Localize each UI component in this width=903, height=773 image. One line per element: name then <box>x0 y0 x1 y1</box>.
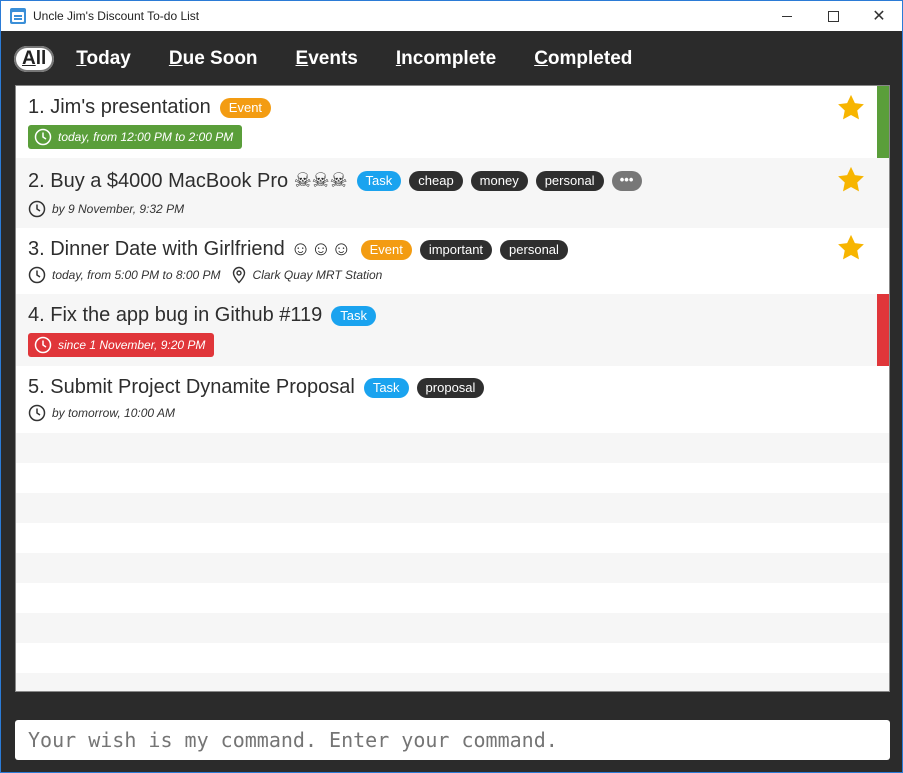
maximize-button[interactable] <box>810 1 856 31</box>
title-bar: Uncle Jim's Discount To-do List ✕ <box>1 1 902 31</box>
clock-icon <box>28 200 46 218</box>
clock-icon <box>28 266 46 284</box>
empty-row <box>16 673 889 691</box>
type-badge: Task <box>356 170 402 191</box>
tab-today-label: oday <box>86 48 131 69</box>
tab-all-label: ll <box>35 48 47 69</box>
task-time: today, from 12:00 PM to 2:00 PM <box>28 125 243 149</box>
task-row[interactable]: 5. Submit Project Dynamite Proposal Task… <box>16 366 889 433</box>
tab-all-mnemonic: A <box>22 48 36 69</box>
empty-row <box>16 523 889 553</box>
empty-row <box>16 583 889 613</box>
task-title-row: 3. Dinner Date with Girlfriend ☺☺☺ Event… <box>28 238 576 261</box>
task-title-row: 2. Buy a $4000 MacBook Pro ☠☠☠ Task chea… <box>28 168 642 193</box>
type-badge: Event <box>219 97 272 118</box>
tag-chip: personal <box>535 170 604 191</box>
task-location: Clark Quay MRT Station <box>252 268 383 282</box>
window-title: Uncle Jim's Discount To-do List <box>33 9 200 23</box>
app-icon <box>10 8 26 24</box>
task-time: since 1 November, 9:20 PM <box>28 333 215 357</box>
tab-completed-label: ompleted <box>547 48 633 69</box>
task-title: 4. Fix the app bug in Github #119 <box>28 304 323 326</box>
tab-events[interactable]: Events <box>288 46 366 72</box>
empty-row <box>16 463 889 493</box>
status-indicator <box>877 86 889 158</box>
empty-row <box>16 643 889 673</box>
close-button[interactable]: ✕ <box>856 1 902 31</box>
empty-row <box>16 493 889 523</box>
empty-rows <box>16 433 889 691</box>
tag-chip: important <box>419 239 493 260</box>
task-title-row: 5. Submit Project Dynamite Proposal Task… <box>28 376 492 399</box>
tab-all[interactable]: All <box>14 46 55 72</box>
task-time: today, from 5:00 PM to 8:00 PM Clark Qua… <box>28 266 382 284</box>
location-pin-icon <box>232 266 245 284</box>
task-row[interactable]: 2. Buy a $4000 MacBook Pro ☠☠☠ Task chea… <box>16 158 889 228</box>
tag-chip: cheap <box>409 170 463 191</box>
tab-incomplete[interactable]: Incomplete <box>388 46 504 72</box>
task-time-text: by 9 November, 9:32 PM <box>52 202 185 216</box>
tag-chip: money <box>470 170 528 191</box>
star-icon[interactable] <box>836 165 866 195</box>
tab-events-mnemonic: E <box>295 48 309 69</box>
task-time-text: today, from 5:00 PM to 8:00 PM <box>52 268 221 282</box>
tab-incomplete-label: ncomplete <box>401 48 497 69</box>
tab-due-soon[interactable]: Due Soon <box>161 46 266 72</box>
task-row[interactable]: 4. Fix the app bug in Github #119 Task s… <box>16 294 889 366</box>
star-icon[interactable] <box>836 233 866 263</box>
clock-icon <box>34 128 52 146</box>
star-icon[interactable] <box>836 93 866 123</box>
filter-tabs: All Today Due Soon Events Incomplete Com… <box>14 45 662 73</box>
clock-icon <box>28 404 46 422</box>
command-input[interactable] <box>15 720 890 760</box>
more-tags-button[interactable]: ••• <box>611 170 642 191</box>
status-indicator <box>877 294 889 366</box>
tag-chip: proposal <box>416 377 485 398</box>
empty-row <box>16 613 889 643</box>
task-title-row: 1. Jim's presentation Event <box>28 96 279 119</box>
task-time-text: by tomorrow, 10:00 AM <box>52 406 175 420</box>
tab-events-label: vents <box>308 48 358 69</box>
task-list[interactable]: 1. Jim's presentation Event today, from … <box>15 85 890 692</box>
window-controls: ✕ <box>764 1 902 31</box>
tab-completed-mnemonic: C <box>534 48 548 69</box>
task-time-text: today, from 12:00 PM to 2:00 PM <box>58 130 234 144</box>
task-row[interactable]: 1. Jim's presentation Event today, from … <box>16 86 889 158</box>
type-badge: Task <box>363 377 409 398</box>
tab-today[interactable]: Today <box>68 46 139 72</box>
type-badge: Event <box>360 239 412 260</box>
tag-chip: personal <box>500 239 568 260</box>
task-title: 1. Jim's presentation <box>28 96 211 118</box>
task-title: 3. Dinner Date with Girlfriend ☺☺☺ <box>28 238 352 260</box>
tab-due-soon-label: ue Soon <box>182 48 258 69</box>
app-window: Uncle Jim's Discount To-do List ✕ All To… <box>0 0 903 773</box>
empty-row <box>16 553 889 583</box>
task-title: 2. Buy a $4000 MacBook Pro ☠☠☠ <box>28 170 348 192</box>
minimize-button[interactable] <box>764 1 810 31</box>
task-time-text: since 1 November, 9:20 PM <box>58 338 206 352</box>
task-time: by 9 November, 9:32 PM <box>28 200 184 218</box>
task-title-row: 4. Fix the app bug in Github #119 Task <box>28 304 384 327</box>
type-badge: Task <box>331 305 377 326</box>
tab-today-mnemonic: T <box>76 48 87 69</box>
empty-row <box>16 433 889 463</box>
clock-icon <box>34 336 52 354</box>
task-time: by tomorrow, 10:00 AM <box>28 404 175 422</box>
task-row[interactable]: 3. Dinner Date with Girlfriend ☺☺☺ Event… <box>16 228 889 294</box>
tab-completed[interactable]: Completed <box>526 46 640 72</box>
tab-due-soon-mnemonic: D <box>168 48 183 69</box>
task-title: 5. Submit Project Dynamite Proposal <box>28 376 355 398</box>
